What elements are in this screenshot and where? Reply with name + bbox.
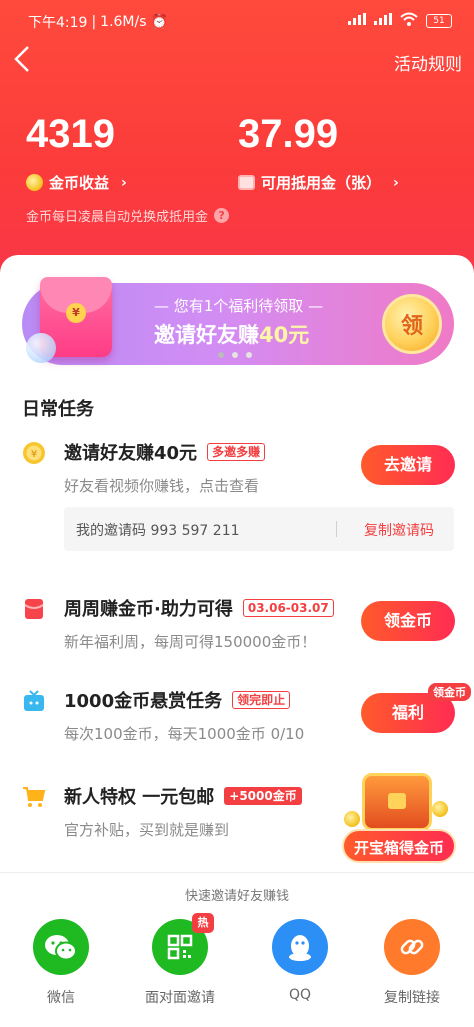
share-copy-link-label: 复制链接 [384,990,440,1006]
coin-balance: 4319 [26,112,115,156]
activity-rules-link[interactable]: 活动规则 [394,50,462,75]
voucher-label-row: 可用抵用金（张） › [238,172,399,193]
share-face-to-face-label: 面对面邀请 [145,990,215,1006]
carousel-dot[interactable] [246,352,252,358]
task-description: 每次100金币，每天1000金币 0/10 [64,725,305,743]
task-title-text: 邀请好友赚40元 [64,443,198,464]
claim-button[interactable]: 领 [382,294,442,354]
banner-title-prefix: 邀请好友赚 [154,323,259,347]
treasure-chest-widget[interactable]: 开宝箱得金币 [340,767,458,867]
share-wechat-label: 微信 [47,990,75,1006]
bubble-icon [26,333,56,363]
network-speed: 1.6M/s [100,14,147,30]
voucher-balance: 37.99 [238,112,339,156]
task-date-tag: 03.06-03.07 [242,599,334,617]
carousel-dot[interactable] [232,352,238,358]
voucher-label: 可用抵用金（张） [261,174,382,192]
coin-icon: ¥ [22,441,46,465]
header: 下午4:19 | 1.6M/s ⏰ 51 活动规则 4319 金币收益 › 37… [0,0,474,290]
wechat-icon [33,919,89,975]
back-chevron-icon [14,46,29,72]
status-divider: | [91,14,97,30]
banner-title: 邀请好友赚40元 [154,319,309,349]
red-packet-icon [22,597,46,621]
coin-icon [344,811,360,827]
task-title: 新人特权 一元包邮 +5000金币 [64,783,302,809]
divider [336,521,337,537]
carousel-dot[interactable] [218,352,224,358]
task-title-text: 1000金币悬赏任务 [64,691,223,712]
invite-code: 我的邀请码 993 597 211 [76,523,240,539]
link-icon [384,919,440,975]
task-description: 官方补贴，买到就是赚到 [64,821,230,839]
task-description: 好友看视频你赚钱，点击查看 [64,477,260,495]
task-description: 新年福利周，每周可得150000金币！ [64,633,317,651]
back-button[interactable] [12,44,42,78]
signal-icon [348,13,366,29]
share-hint: 快速邀请好友赚钱 [184,889,289,904]
voucher-icon [238,175,255,190]
shopping-cart-icon [22,785,46,809]
exchange-note-text: 金币每日凌晨自动兑换成抵用金 [26,210,209,225]
task-reward-tag: +5000金币 [224,787,302,805]
chevron-right-icon: › [121,174,127,191]
carousel-dots [218,352,252,358]
banner-amount: 40元 [259,323,310,347]
task-tag: 领完即止 [232,691,291,709]
chevron-right-icon: › [393,174,399,191]
task-title: 邀请好友赚40元 多邀多赚 [64,439,266,465]
wifi-icon [400,12,418,30]
invite-code-box: 我的邀请码 993 597 211 复制邀请码 [64,507,454,551]
share-wechat[interactable]: 微信 [11,919,111,1007]
svg-text:¥: ¥ [31,449,37,460]
exchange-note: 金币每日凌晨自动兑换成抵用金 ? [26,206,230,225]
status-left: 下午4:19 | 1.6M/s ⏰ [28,12,168,32]
coin-icon [26,174,43,191]
signal-hd-icon [374,13,392,29]
coin-label: 金币收益 [49,174,110,192]
status-bar: 下午4:19 | 1.6M/s ⏰ 51 [0,0,474,40]
tv-icon [22,689,46,713]
banner-subtitle: — 您有1个福利待领取 — [154,297,324,315]
task-tag: 多邀多赚 [207,443,266,461]
qq-icon [272,919,328,975]
share-copy-link[interactable]: 复制链接 [362,919,462,1007]
collect-coins-button[interactable]: 领金币 [361,601,455,641]
hot-badge: 热 [192,913,214,933]
task-title-text: 周周赚金币·助力可得 [64,599,233,620]
share-qq-label: QQ [288,987,312,1003]
top-bar: 活动规则 [0,40,474,84]
copy-invite-code-button[interactable]: 复制邀请码 [364,520,434,540]
main-card: ¥ — 您有1个福利待领取 — 邀请好友赚40元 领 日常任务 ¥ 邀请好友赚4… [0,255,474,895]
envelope-seal: ¥ [66,303,86,323]
task-title: 1000金币悬赏任务 领完即止 [64,687,291,713]
coin-stat[interactable]: 4319 金币收益 › [26,110,127,193]
help-icon[interactable]: ? [214,208,230,223]
coin-label-row: 金币收益 › [26,172,127,193]
share-qq[interactable]: QQ [250,919,350,1003]
qr-code-icon: 热 [152,913,214,975]
battery-icon: 51 [426,14,452,28]
go-invite-button[interactable]: 去邀请 [361,445,455,485]
voucher-stat[interactable]: 37.99 可用抵用金（张） › [238,110,399,193]
task-title: 周周赚金币·助力可得 03.06-03.07 [64,595,334,621]
task-title-text: 新人特权 一元包邮 [64,787,215,808]
daily-tasks-title: 日常任务 [22,399,94,420]
chest-lock [388,793,406,809]
alarm-icon: ⏰ [150,14,168,30]
coin-icon [432,801,448,817]
coin-badge: 领金币 [428,683,471,701]
share-panel: 快速邀请好友赚钱 微信 热 面对面邀请 QQ 复制链接 [0,872,474,1027]
status-right: 51 [348,12,452,30]
share-face-to-face[interactable]: 热 面对面邀请 [130,913,230,1007]
open-chest-button[interactable]: 开宝箱得金币 [342,829,456,863]
status-time: 下午4:19 [28,15,88,31]
